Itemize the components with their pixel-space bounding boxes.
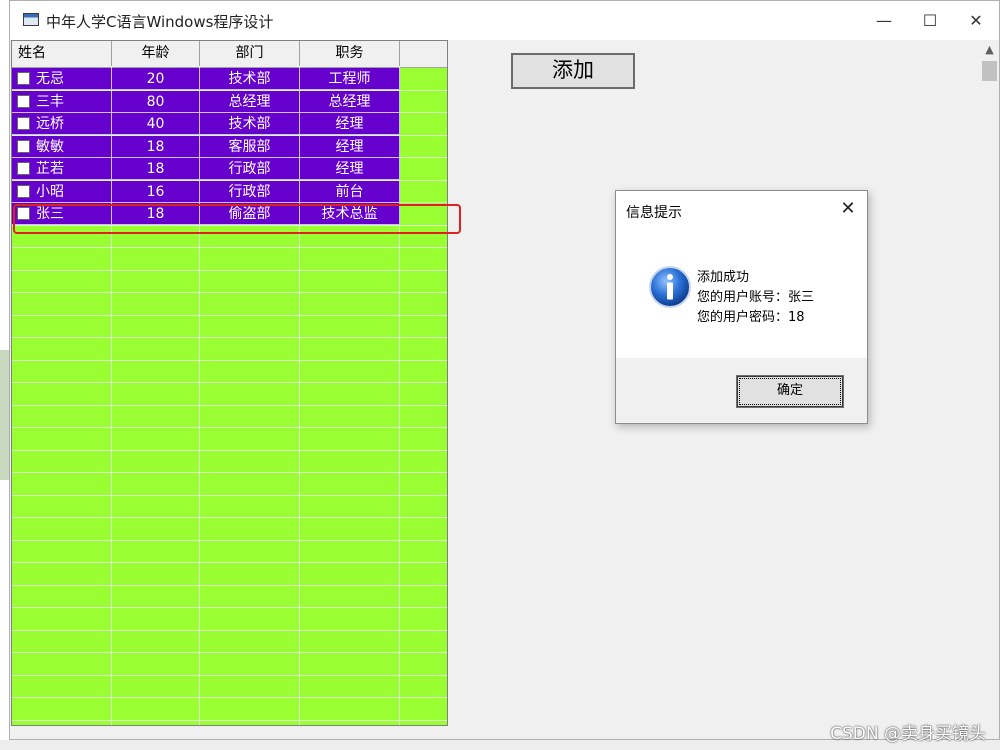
grid-line [12, 472, 447, 473]
table-row[interactable]: 三丰 80 总经理 总经理 [12, 91, 400, 113]
cell-position: 总经理 [300, 91, 400, 113]
cell-name: 远桥 [12, 113, 112, 135]
cell-department: 总经理 [200, 91, 300, 113]
ok-button[interactable]: 确定 [736, 375, 844, 408]
table-row[interactable]: 远桥 40 技术部 经理 [12, 113, 400, 135]
scroll-thumb[interactable] [982, 61, 997, 81]
row-checkbox[interactable] [17, 162, 30, 175]
grid-line [12, 562, 447, 563]
dialog-message-line: 添加成功 [697, 270, 750, 285]
grid-line [12, 382, 447, 383]
row-checkbox[interactable] [17, 72, 30, 85]
column-header-name[interactable]: 姓名 [12, 41, 112, 66]
close-icon: ✕ [840, 198, 856, 219]
column-header-age[interactable]: 年龄 [112, 41, 200, 66]
cell-name-text: 无忌 [36, 71, 64, 87]
grid-line [12, 607, 447, 608]
grid-line [12, 720, 447, 721]
grid-line [12, 495, 447, 496]
grid-line [12, 630, 447, 631]
grid-line [12, 270, 447, 271]
close-icon: ✕ [969, 11, 983, 30]
app-window-icon [23, 13, 39, 26]
grid-line [12, 337, 447, 338]
table-row[interactable]: 芷若 18 行政部 经理 [12, 158, 400, 180]
grid-line [12, 360, 447, 361]
background-window-strip [0, 0, 9, 60]
cell-department: 客服部 [200, 136, 300, 158]
cell-age: 18 [112, 158, 200, 180]
grid-line [12, 517, 447, 518]
grid-line [12, 697, 447, 698]
cell-name-text: 三丰 [36, 94, 64, 110]
scroll-up-icon[interactable]: ▲ [980, 40, 999, 60]
cell-department: 技术部 [200, 68, 300, 90]
cell-position: 经理 [300, 158, 400, 180]
cell-age: 16 [112, 181, 200, 203]
watermark: CSDN @卖身买镜头 [830, 724, 986, 744]
grid-line [12, 652, 447, 653]
grid-line [12, 405, 447, 406]
row-checkbox[interactable] [17, 117, 30, 130]
cell-age: 40 [112, 113, 200, 135]
grid-line [12, 247, 447, 248]
table-row[interactable]: 小昭 16 行政部 前台 [12, 181, 400, 203]
cell-name-text: 远桥 [36, 116, 64, 132]
grid-line [12, 675, 447, 676]
column-header-position[interactable]: 职务 [300, 41, 400, 66]
cell-name-text: 芷若 [36, 161, 64, 177]
dialog-body: 信息提示 ✕ 添加成功 您的用户账号：张三 您的用户密码：18 [616, 191, 867, 358]
background-window-strip [0, 350, 9, 480]
cell-department: 行政部 [200, 181, 300, 203]
dialog-close-button[interactable]: ✕ [837, 198, 859, 220]
table-row[interactable]: 无忌 20 技术部 工程师 [12, 68, 400, 90]
grid-line [12, 540, 447, 541]
minimize-icon: — [876, 11, 892, 30]
cell-name-text: 敏敏 [36, 139, 64, 155]
maximize-button[interactable]: ☐ [907, 1, 953, 40]
cell-position: 前台 [300, 181, 400, 203]
window-title: 中年人学C语言Windows程序设计 [46, 13, 274, 31]
row-checkbox[interactable] [17, 140, 30, 153]
cell-age: 18 [112, 136, 200, 158]
cell-name-text: 小昭 [36, 184, 64, 200]
add-button[interactable]: 添加 [511, 53, 635, 89]
grid-line [12, 315, 447, 316]
maximize-icon: ☐ [922, 11, 938, 30]
grid-line [12, 450, 447, 451]
table-row[interactable]: 敏敏 18 客服部 经理 [12, 136, 400, 158]
title-bar: 中年人学C语言Windows程序设计 — ☐ ✕ [10, 1, 999, 40]
cell-name: 敏敏 [12, 136, 112, 158]
cell-name: 芷若 [12, 158, 112, 180]
cell-department: 技术部 [200, 113, 300, 135]
row-checkbox[interactable] [17, 95, 30, 108]
info-dialog: 信息提示 ✕ 添加成功 您的用户账号：张三 您的用户密码：18 确定 [615, 190, 868, 424]
info-icon [649, 266, 691, 308]
close-button[interactable]: ✕ [953, 1, 999, 40]
table-header: 姓名 年龄 部门 职务 [12, 41, 447, 68]
cell-position: 经理 [300, 136, 400, 158]
cell-name: 三丰 [12, 91, 112, 113]
minimize-button[interactable]: — [861, 1, 907, 40]
grid-line [12, 427, 447, 428]
cell-age: 80 [112, 91, 200, 113]
employee-list-view[interactable]: 姓名 年龄 部门 职务 无忌 20 技术部 工程师 三丰 80 总经理 总经理 远桥 40 技术部经… [11, 40, 448, 726]
new-row-highlight [13, 204, 461, 234]
row-checkbox[interactable] [17, 185, 30, 198]
cell-name: 小昭 [12, 181, 112, 203]
cell-name: 无忌 [12, 68, 112, 90]
dialog-message-line: 您的用户密码：18 [697, 310, 805, 325]
vertical-scrollbar[interactable]: ▲ [980, 40, 999, 726]
cell-position: 经理 [300, 113, 400, 135]
cell-age: 20 [112, 68, 200, 90]
dialog-message-line: 您的用户账号：张三 [697, 290, 815, 305]
column-header-department[interactable]: 部门 [200, 41, 300, 66]
grid-line [12, 585, 447, 586]
dialog-title: 信息提示 [626, 205, 682, 221]
cell-department: 行政部 [200, 158, 300, 180]
grid-line [12, 292, 447, 293]
cell-position: 工程师 [300, 68, 400, 90]
